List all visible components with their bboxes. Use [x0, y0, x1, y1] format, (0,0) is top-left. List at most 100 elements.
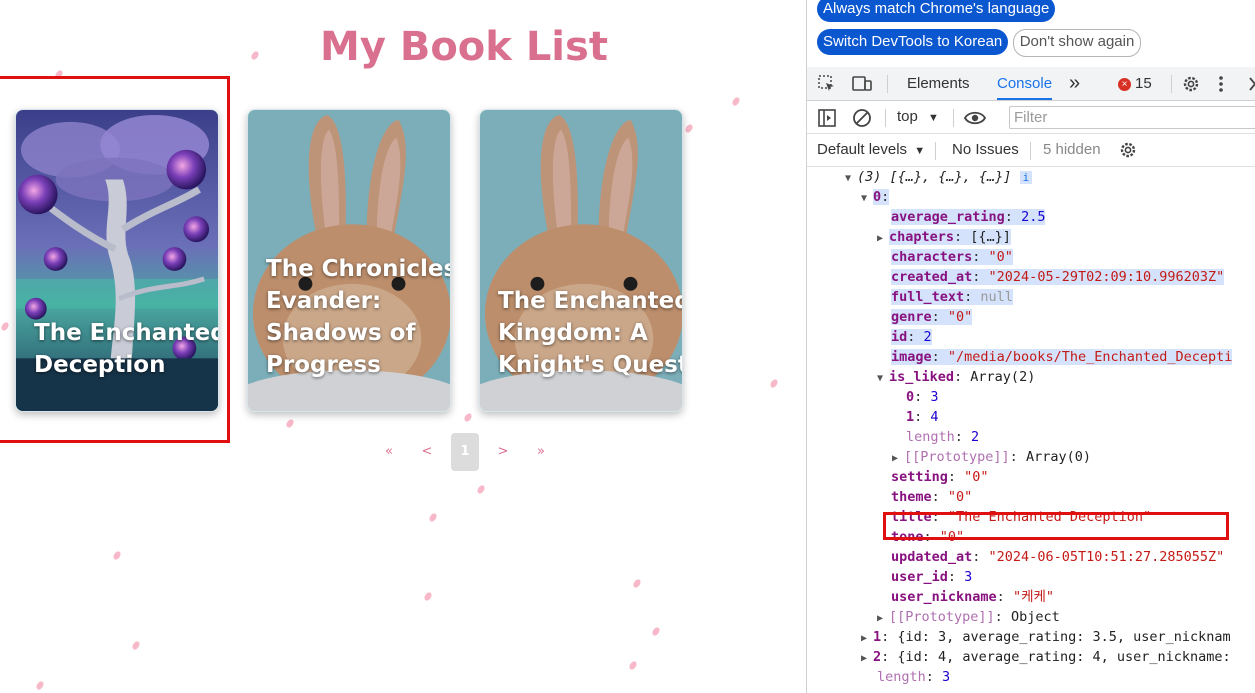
expand-triangle-icon[interactable]: ▼ [877, 369, 889, 389]
sidebar-toggle-icon[interactable] [817, 108, 837, 128]
dont-show-again-button[interactable]: Don't show again [1012, 29, 1142, 57]
prop-key: created_at [891, 269, 973, 285]
tab-console[interactable]: Console [997, 67, 1053, 100]
device-toolbar-icon[interactable] [851, 74, 873, 94]
expand-triangle-icon[interactable]: ▶ [861, 649, 873, 669]
petal-decoration [111, 550, 123, 561]
separator [953, 109, 954, 127]
more-options-icon[interactable] [1217, 74, 1225, 94]
array-summary-row[interactable]: ▼ (3) [{…}, {…}, {…}] i [845, 167, 1033, 189]
inspect-element-icon[interactable] [817, 74, 837, 94]
switch-to-korean-button[interactable]: Switch DevTools to Korean [817, 29, 1009, 55]
prop-row[interactable]: setting: "0" [891, 467, 989, 487]
first-page-button[interactable]: « [375, 433, 403, 471]
prop-value: "0" [947, 309, 973, 325]
expand-triangle-icon[interactable]: ▶ [892, 449, 904, 469]
prop-value: 3 [942, 669, 951, 685]
default-levels-dropdown[interactable]: Default levels ▼ [817, 134, 925, 167]
book-title: The Enchanted Kingdom: A Knight's Quest [498, 288, 683, 378]
info-icon: i [1019, 171, 1033, 184]
expand-triangle-icon[interactable]: ▼ [845, 169, 857, 189]
clear-console-icon[interactable] [851, 107, 873, 129]
devtools-tabbar: Elements Console » × 15 [807, 67, 1255, 101]
index-1-row[interactable]: ▶ 1: {id: 3, average_rating: 3.5, user_ni… [861, 627, 1231, 647]
prop-row[interactable]: average_rating: 2.5 [891, 207, 1046, 227]
prop-value: 3 [930, 389, 939, 405]
expand-triangle-icon[interactable]: ▶ [877, 609, 889, 629]
array-item-row[interactable]: 1: 4 [906, 407, 939, 427]
context-selector[interactable]: top ▼ [897, 101, 939, 134]
book-card[interactable]: The Enchanted Kingdom: A Knight's Quest [479, 109, 683, 412]
prev-page-button[interactable]: < [413, 433, 441, 471]
error-counter[interactable]: × 15 [1118, 67, 1152, 100]
prop-row[interactable]: id: 2 [891, 327, 932, 347]
prop-key: updated_at [891, 549, 973, 565]
expand-triangle-icon[interactable]: ▼ [861, 189, 873, 209]
prop-row[interactable]: updated_at: "2024-06-05T10:51:27.285055Z… [891, 547, 1224, 567]
prop-key: is_liked [889, 369, 955, 385]
more-tabs-button[interactable]: » [1069, 67, 1080, 100]
prop-key: id [891, 329, 908, 345]
index-2-row[interactable]: ▶ 2: {id: 4, average_rating: 4, user_nick… [861, 647, 1231, 667]
filter-input[interactable]: Filter [1009, 106, 1255, 129]
prop-key: 1 [906, 409, 915, 425]
annotation-highlight-box [0, 76, 230, 443]
prop-row-image[interactable]: image: "/media/books/The_Enchanted_Decep… [891, 347, 1233, 367]
prop-key: average_rating [891, 209, 1005, 225]
prop-value: "0" [988, 249, 1013, 265]
prop-value: 2.5 [1021, 209, 1046, 225]
expand-triangle-icon[interactable]: ▶ [861, 629, 873, 649]
page: My Book List The Enchanted Deception The… [0, 0, 1255, 693]
prop-row[interactable]: user_id: 3 [891, 567, 972, 587]
expand-triangle-icon[interactable]: ▶ [877, 229, 889, 249]
prop-row[interactable]: full_text: null [891, 287, 1013, 307]
error-icon: × [1118, 77, 1131, 91]
prop-value: Array(0) [1025, 449, 1091, 465]
dropdown-arrow-icon: ▼ [928, 112, 939, 124]
prop-key: user_nickname [891, 589, 997, 605]
prop-row[interactable]: user_nickname: "케케" [891, 587, 1054, 607]
object-prototype-row[interactable]: ▶ [[Prototype]]: Object [877, 607, 1060, 627]
separator [885, 109, 886, 127]
prop-value: Object [1010, 609, 1060, 625]
console-settings-gear-icon[interactable] [1118, 140, 1138, 160]
prop-row[interactable]: characters: "0" [891, 247, 1013, 267]
array-prototype-row[interactable]: ▶ [[Prototype]]: Array(0) [892, 447, 1091, 467]
petal-decoration [683, 123, 695, 134]
petal-decoration [768, 378, 780, 389]
issues-button[interactable]: No Issues [952, 134, 1019, 166]
book-title: The Chronicles of Evander: Shadows of Pr… [266, 256, 451, 378]
prop-row[interactable]: theme: "0" [891, 487, 972, 507]
prop-key: characters [891, 249, 973, 265]
prop-value: 3 [964, 569, 973, 585]
array-item-row[interactable]: 0: 3 [906, 387, 939, 407]
prop-value: 2 [971, 429, 980, 445]
prop-row[interactable]: created_at: "2024-05-29T02:09:10.996203Z… [891, 267, 1225, 287]
is-liked-row[interactable]: ▼ is_liked: Array(2) [877, 367, 1035, 387]
prop-key: theme [891, 489, 932, 505]
petal-decoration [730, 96, 742, 107]
close-icon[interactable] [1247, 75, 1255, 93]
book-card[interactable]: The Chronicles of Evander: Shadows of Pr… [247, 109, 451, 412]
array-length-row[interactable]: length: 3 [877, 667, 950, 687]
default-levels-label: Default levels [817, 141, 908, 158]
prop-row[interactable]: genre: "0" [891, 307, 973, 327]
petal-decoration [427, 512, 439, 523]
prop-value: "/media/books/The_Enchanted_Decepti [947, 349, 1233, 365]
index-0-row[interactable]: ▼ 0: [861, 187, 890, 209]
annotation-highlight-box [883, 512, 1229, 540]
settings-gear-icon[interactable] [1181, 74, 1201, 94]
prop-key: [[Prototype]] [904, 449, 1010, 465]
page-1-button[interactable]: 1 [451, 433, 479, 471]
tab-elements[interactable]: Elements [907, 67, 970, 100]
always-match-language-button[interactable]: Always match Chrome's language [817, 0, 1056, 22]
prop-value: "0" [964, 469, 989, 485]
prop-row[interactable]: ▶ chapters: [{…}] [877, 227, 1011, 247]
array-length-row[interactable]: length: 2 [906, 427, 979, 447]
prop-key: [[Prototype]] [889, 609, 995, 625]
live-expression-eye-icon[interactable] [963, 109, 987, 127]
petal-decoration [422, 591, 434, 602]
last-page-button[interactable]: » [527, 433, 555, 471]
petal-decoration [462, 412, 474, 423]
next-page-button[interactable]: > [489, 433, 517, 471]
